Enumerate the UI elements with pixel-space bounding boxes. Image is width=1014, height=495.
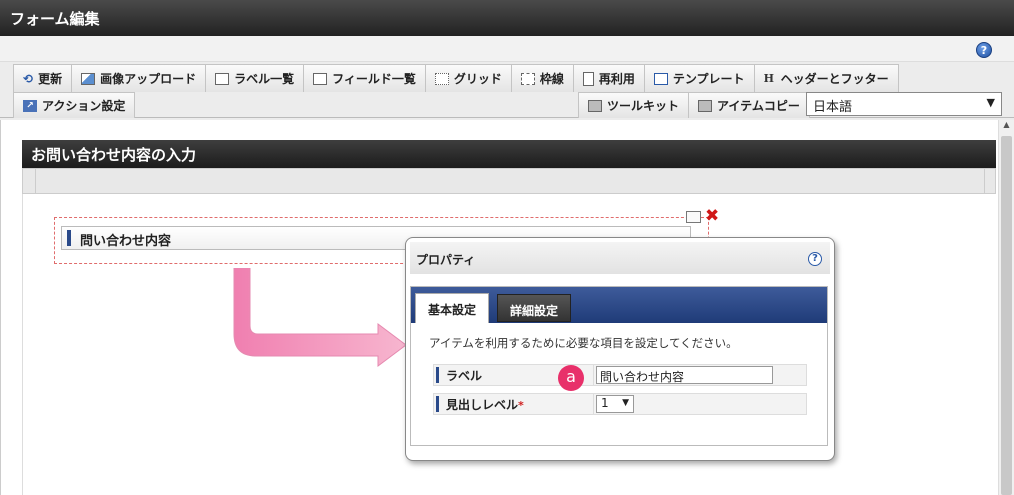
section-title: お問い合わせ内容の入力	[22, 140, 996, 168]
label-list-icon	[215, 72, 230, 85]
action-settings-icon: ↗	[23, 99, 37, 112]
required-mark: *	[518, 399, 524, 412]
heading-level-label: 見出しレベル*	[434, 394, 594, 414]
item-copy-label: アイテムコピー	[717, 99, 800, 113]
scroll-thumb[interactable]	[1001, 136, 1012, 495]
label-property-row: ラベル 問い合わせ内容	[433, 364, 807, 386]
reuse-label: 再利用	[598, 72, 635, 86]
refresh-icon: ⟲	[23, 71, 34, 86]
template-label: テンプレート	[672, 72, 745, 86]
grid-icon	[434, 72, 449, 85]
image-upload-label: 画像アップロード	[100, 72, 197, 86]
language-select[interactable]: 日本語 ▼	[806, 92, 1002, 116]
toolbox-icon	[588, 99, 602, 112]
border-label: 枠線	[539, 72, 564, 86]
heading-level-name: 見出しレベル	[446, 398, 519, 412]
dialog-tab-bar: 基本設定 詳細設定	[411, 287, 827, 323]
toolbar-row-1: ⟲ 更新 画像アップロード ラベル一覧 フィールド一覧 グリッド 枠線 再利用	[13, 64, 899, 92]
item-copy-button[interactable]: アイテムコピー	[688, 92, 810, 118]
toolkit-button[interactable]: ツールキット	[578, 92, 690, 118]
item-copy-icon	[698, 99, 713, 112]
reuse-icon	[582, 71, 594, 86]
border-icon	[520, 72, 535, 85]
help-icon[interactable]: ?	[976, 42, 992, 58]
header-footer-icon: H	[763, 72, 774, 85]
chevron-down-icon: ▼	[986, 96, 995, 109]
heading-level-value: 1	[601, 396, 609, 410]
header-footer-button[interactable]: H ヘッダーとフッター	[753, 64, 899, 92]
toolbar-row-2-right: ツールキット アイテムコピー	[578, 92, 810, 118]
reuse-button[interactable]: 再利用	[572, 64, 645, 92]
template-icon	[653, 72, 668, 85]
section-subheader	[22, 168, 996, 194]
image-upload-button[interactable]: 画像アップロード	[71, 64, 207, 92]
label-input[interactable]: 問い合わせ内容	[596, 366, 773, 384]
language-value: 日本語	[813, 100, 853, 115]
properties-dialog: プロパティ ? 基本設定 詳細設定 アイテムを利用するために必要な項目を設定して…	[405, 237, 835, 461]
dialog-body: 基本設定 詳細設定 アイテムを利用するために必要な項目を設定してください。 ラベ…	[410, 286, 828, 446]
toolkit-label: ツールキット	[607, 99, 680, 113]
field-list-button[interactable]: フィールド一覧	[303, 64, 426, 92]
action-settings-label: アクション設定	[42, 99, 126, 113]
refresh-button[interactable]: ⟲ 更新	[13, 64, 73, 92]
toolbar-row-2-left: ↗ アクション設定	[13, 92, 136, 118]
item-properties-icon[interactable]	[686, 211, 701, 223]
window-title: フォーム編集	[0, 0, 1014, 36]
chevron-down-icon: ▼	[622, 398, 629, 408]
dialog-description: アイテムを利用するために必要な項目を設定してください。	[429, 336, 738, 350]
dialog-help-icon[interactable]: ?	[808, 252, 822, 266]
heading-level-row: 見出しレベル* 1 ▼	[433, 393, 807, 415]
header-footer-label: ヘッダーとフッター	[780, 72, 889, 86]
tab-basic-settings[interactable]: 基本設定	[415, 293, 490, 323]
section-subheader-inner	[35, 169, 985, 193]
label-list-label: ラベル一覧	[234, 72, 295, 86]
heading-level-select[interactable]: 1 ▼	[596, 395, 634, 413]
refresh-label: 更新	[38, 72, 63, 86]
grid-button[interactable]: グリッド	[424, 64, 512, 92]
field-list-label: フィールド一覧	[332, 72, 416, 86]
scroll-up-icon[interactable]: ▲	[999, 120, 1014, 134]
field-list-icon	[313, 72, 328, 85]
template-button[interactable]: テンプレート	[643, 64, 755, 92]
help-bar	[0, 36, 1014, 62]
grid-label: グリッド	[453, 72, 502, 86]
vertical-scrollbar[interactable]: ▲	[998, 120, 1014, 495]
callout-arrow-icon	[233, 268, 407, 367]
label-list-button[interactable]: ラベル一覧	[205, 64, 305, 92]
border-button[interactable]: 枠線	[510, 64, 574, 92]
action-settings-button[interactable]: ↗ アクション設定	[13, 92, 136, 118]
image-upload-icon	[81, 72, 96, 85]
section-divider	[22, 194, 23, 495]
callout-badge: a	[558, 365, 584, 391]
close-icon[interactable]: ✖	[705, 206, 719, 226]
dialog-title: プロパティ	[410, 242, 830, 274]
tab-detail-settings[interactable]: 詳細設定	[497, 294, 572, 322]
